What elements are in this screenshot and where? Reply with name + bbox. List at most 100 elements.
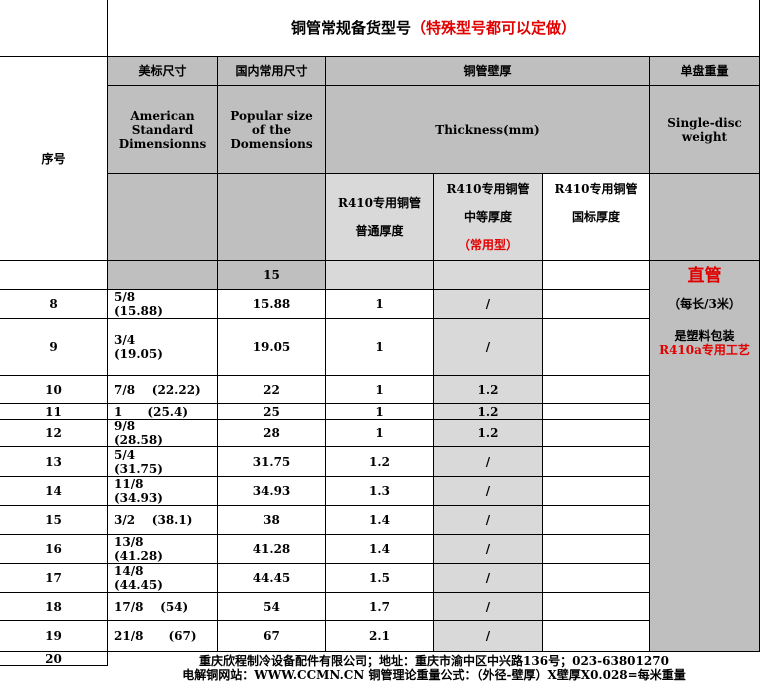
header-thickness-cn: 铜管壁厚 <box>326 57 650 86</box>
cell-american-text: 21/8 (67) <box>114 629 197 643</box>
cell-thick-national <box>543 621 650 652</box>
cell-seq-text: 12 <box>45 426 62 440</box>
cell-thick-national <box>543 593 650 621</box>
cell-thick-national <box>543 404 650 420</box>
cell-american: 11/8 (34.93) <box>108 477 218 506</box>
header-sub-national: R410专用铜管 国标厚度 <box>543 174 650 261</box>
cell-american: 9/8 (28.58) <box>108 420 218 447</box>
cell-thick-normal-text: 1 <box>375 426 384 440</box>
cell-seq-text: 19 <box>45 629 62 643</box>
cell-thick-normal-text: 1.2 <box>369 454 390 469</box>
cell-seq-text: 13 <box>45 454 62 469</box>
cell-seq: 18 <box>0 593 108 621</box>
cell-american-text: 1 (25.4) <box>114 404 188 419</box>
cell-popular: 19.05 <box>218 319 326 376</box>
cell-popular-text: 41.28 <box>252 542 291 556</box>
cell-thick-national <box>543 290 650 319</box>
cell-thick-medium-text: / <box>485 297 491 311</box>
cell-american-text: 17/8 (54) <box>114 599 189 614</box>
header-weight-en: Single-disc weight <box>650 86 760 174</box>
cell-thick-medium-text: 1.2 <box>477 382 499 397</box>
cell-popular-text: 38 <box>263 513 280 527</box>
cell-thick-medium <box>434 261 543 290</box>
header-popular-blank <box>218 174 326 261</box>
cell-seq: 19 <box>0 621 108 652</box>
cell-popular: 38 <box>218 506 326 535</box>
cell-thick-medium: / <box>434 319 543 376</box>
cell-seq: 13 <box>0 447 108 477</box>
cell-thick-medium-text: / <box>485 454 491 469</box>
cell-thick-normal-text: 1.4 <box>369 513 390 527</box>
cell-american-text: 14/8 (44.45) <box>114 564 163 592</box>
header-seq: 序号 <box>0 57 108 261</box>
cell-thick-normal-text: 1 <box>375 297 384 311</box>
cell-popular: 34.93 <box>218 477 326 506</box>
header-american-cn: 美标尺寸 <box>108 57 218 86</box>
cell-thick-normal: 1.5 <box>326 564 434 593</box>
cell-thick-normal: 1 <box>326 290 434 319</box>
cell-popular: 25 <box>218 404 326 420</box>
cell-thick-medium: 1.2 <box>434 420 543 447</box>
cell-seq: 16 <box>0 535 108 564</box>
cell-thick-national <box>543 319 650 376</box>
cell-popular-text: 44.45 <box>252 571 291 585</box>
cell-american: 3/4 (19.05) <box>108 319 218 376</box>
cell-thick-national <box>543 376 650 404</box>
cell-popular-text: 34.93 <box>252 484 291 498</box>
cell-thick-normal-text: 1.7 <box>369 599 390 614</box>
cell-thick-normal: 1 <box>326 420 434 447</box>
cell-american-text: 5/8 (15.88) <box>114 290 163 318</box>
cell-seq: 10 <box>0 376 108 404</box>
cell-thick-normal: 1.4 <box>326 535 434 564</box>
cell-thick-national <box>543 420 650 447</box>
cell-thick-national <box>543 447 650 477</box>
cell-seq-text: 11 <box>45 404 62 419</box>
cell-thick-normal: 1.3 <box>326 477 434 506</box>
cell-popular: 31.75 <box>218 447 326 477</box>
cell-seq-text: 17 <box>45 571 62 585</box>
cell-popular-text: 15 <box>263 268 280 282</box>
cell-thick-medium: / <box>434 447 543 477</box>
cell-american-text: 3/4 (19.05) <box>114 333 163 361</box>
cell-thick-normal: 1 <box>326 319 434 376</box>
cell-popular-text: 28 <box>263 426 280 440</box>
cell-popular: 41.28 <box>218 535 326 564</box>
cell-seq: 14 <box>0 477 108 506</box>
cell-thick-national <box>543 564 650 593</box>
cell-seq-text: 20 <box>45 652 62 666</box>
cell-seq: 17 <box>0 564 108 593</box>
cell-american: 7/8 (22.22) <box>108 376 218 404</box>
cell-thick-medium: 1.2 <box>434 404 543 420</box>
cell-seq-text: 9 <box>49 340 58 354</box>
cell-american: 1 (25.4) <box>108 404 218 420</box>
cell-american-text: 5/4 (31.75) <box>114 447 163 476</box>
cell-thick-normal: 2.1 <box>326 621 434 652</box>
cell-popular-text: 31.75 <box>252 454 291 469</box>
cell-american-text: 3/2 (38.1) <box>114 513 193 527</box>
weight-header-blank <box>650 174 760 261</box>
footer-formula: 电解铜网站：WWW.CCMN.CN 铜管理论重量公式：（外径-壁厚）X壁厚X0.… <box>182 668 686 682</box>
cell-thick-medium-text: 1.2 <box>477 404 499 419</box>
header-sub-normal: R410专用铜管 普通厚度 <box>326 174 434 261</box>
cell-popular: 22 <box>218 376 326 404</box>
cell-thick-normal: 1.7 <box>326 593 434 621</box>
cell-seq-text: 10 <box>45 382 62 397</box>
cell-seq: 11 <box>0 404 108 420</box>
header-american-en: American Standard Dimensionns <box>108 86 218 174</box>
title-note: （特殊型号都可以定做） <box>411 19 577 37</box>
cell-thick-normal: 1 <box>326 376 434 404</box>
cell-popular-text: 67 <box>263 629 280 643</box>
cell-american-text: 7/8 (22.22) <box>114 382 201 397</box>
cell-thick-national <box>543 506 650 535</box>
cell-thick-medium-text: / <box>485 571 491 585</box>
sub-national-line1: R410专用铜管 <box>554 182 638 196</box>
cell-seq-text: 15 <box>45 513 62 527</box>
cell-thick-normal: 1 <box>326 404 434 420</box>
weight-note-line2: （每长/3米） <box>668 297 741 311</box>
cell-american: 13/8 (41.28) <box>108 535 218 564</box>
cell-thick-normal-text: 1.5 <box>369 571 390 585</box>
cell-american: 3/2 (38.1) <box>108 506 218 535</box>
cell-american: 17/8 (54) <box>108 593 218 621</box>
cell-seq <box>0 261 108 290</box>
header-thickness-en: Thickness(mm) <box>326 86 650 174</box>
